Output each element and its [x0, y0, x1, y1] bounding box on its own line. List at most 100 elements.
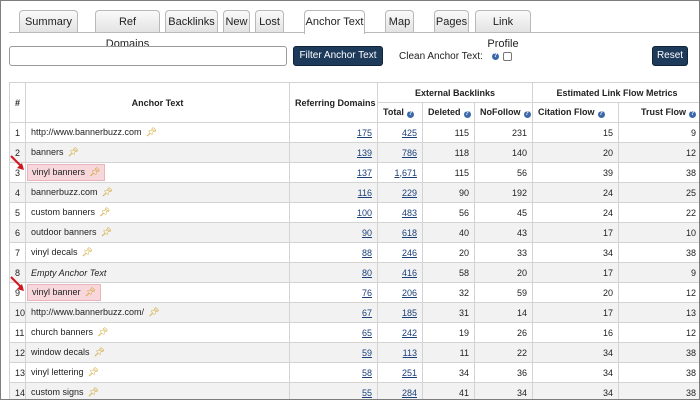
help-icon[interactable]: ?: [523, 111, 531, 118]
trust-flow-cell: 25: [618, 182, 699, 203]
tab-link-profile[interactable]: Link Profile: [475, 10, 531, 50]
nofollow-cell: 26: [473, 322, 534, 343]
group-header-estimated-link-flow: Estimated Link Flow Metrics: [532, 82, 699, 103]
col-header-citation-flow[interactable]: Citation Flow?: [532, 102, 620, 123]
row-number: 13: [9, 362, 26, 383]
help-icon[interactable]: ?: [689, 111, 697, 118]
pin-icon[interactable]: 📌︎: [97, 327, 108, 338]
total-cell: 483: [377, 202, 423, 223]
pin-icon[interactable]: 📌︎: [101, 227, 112, 238]
total-backlinks-link[interactable]: 185: [402, 308, 417, 318]
clean-anchor-text-label: Clean Anchor Text:: [399, 51, 483, 62]
total-backlinks-link[interactable]: 786: [402, 148, 417, 158]
total-backlinks-link[interactable]: 246: [402, 248, 417, 258]
nofollow-cell: 14: [473, 302, 534, 323]
total-backlinks-link[interactable]: 416: [402, 268, 417, 278]
filter-anchor-text-button[interactable]: Filter Anchor Text: [293, 46, 383, 66]
col-header-nofollow[interactable]: NoFollow?: [473, 102, 534, 123]
deleted-cell: 32: [422, 282, 475, 303]
help-icon[interactable]: ?: [463, 111, 471, 118]
total-backlinks-link[interactable]: 483: [402, 208, 417, 218]
referring-domains-link[interactable]: 67: [362, 308, 372, 318]
nofollow-cell: 22: [473, 342, 534, 363]
total-backlinks-link[interactable]: 229: [402, 188, 417, 198]
referring-domains-link[interactable]: 80: [362, 268, 372, 278]
total-backlinks-link[interactable]: 113: [403, 348, 417, 358]
table-row: 1 http://www.bannerbuzz.com 📌︎ 175 425 115 231…: [9, 122, 699, 143]
total-backlinks-link[interactable]: 206: [402, 288, 417, 298]
pin-icon[interactable]: 📌︎: [102, 187, 113, 198]
citation-flow-cell: 20: [532, 282, 620, 303]
total-cell: 185: [377, 302, 423, 323]
trust-flow-cell: 38: [618, 342, 699, 363]
citation-flow-cell: 39: [532, 162, 620, 183]
nofollow-cell: 45: [473, 202, 534, 223]
anchor-text-cell: outdoor banners 📌︎: [25, 222, 290, 243]
clean-anchor-text-checkbox[interactable]: [503, 52, 512, 61]
deleted-cell: 20: [422, 242, 475, 263]
referring-domains-link[interactable]: 59: [362, 348, 372, 358]
total-backlinks-link[interactable]: 284: [402, 388, 417, 398]
total-backlinks-link[interactable]: 425: [402, 128, 417, 138]
referring-domains-cell: 139: [289, 142, 378, 163]
help-icon[interactable]: ?: [492, 53, 499, 60]
referring-domains-link[interactable]: 76: [362, 288, 372, 298]
table-row: 12 window decals 📌︎ 59 113 11 22 34 38: [9, 342, 699, 363]
help-icon[interactable]: ?: [597, 111, 605, 118]
referring-domains-link[interactable]: 139: [357, 148, 372, 158]
total-backlinks-link[interactable]: 1,671: [394, 168, 417, 178]
pin-icon[interactable]: 📌︎: [85, 287, 96, 298]
pin-icon[interactable]: 📌︎: [82, 247, 93, 258]
nofollow-cell: 43: [473, 222, 534, 243]
table-row: 6 outdoor banners 📌︎ 90 618 40 43 17 10: [9, 222, 699, 243]
anchor-text-value: vinyl decals: [31, 247, 78, 257]
referring-domains-link[interactable]: 88: [362, 248, 372, 258]
row-number: 6: [9, 222, 26, 243]
trust-flow-cell: 12: [618, 142, 699, 163]
citation-flow-cell: 20: [532, 142, 620, 163]
tab-anchor-text[interactable]: Anchor Text: [304, 10, 365, 34]
row-number: 11: [9, 322, 26, 343]
col-header-total[interactable]: Total?: [377, 102, 423, 123]
col-header-anchor-text[interactable]: Anchor Text: [25, 82, 290, 123]
referring-domains-link[interactable]: 55: [362, 388, 372, 398]
total-backlinks-link[interactable]: 251: [402, 368, 417, 378]
total-backlinks-link[interactable]: 242: [402, 328, 417, 338]
pin-icon[interactable]: 📌︎: [89, 167, 100, 178]
col-header-deleted[interactable]: Deleted?: [422, 102, 475, 123]
referring-domains-link[interactable]: 65: [362, 328, 372, 338]
anchor-text-table: # Anchor Text Referring Domains External…: [9, 82, 699, 399]
pin-icon[interactable]: 📌︎: [99, 207, 110, 218]
pin-icon[interactable]: 📌︎: [148, 307, 159, 318]
reset-button[interactable]: Reset: [652, 46, 688, 66]
anchor-text-cell: church banners 📌︎: [25, 322, 290, 343]
nofollow-cell: 33: [473, 242, 534, 263]
referring-domains-link[interactable]: 58: [362, 368, 372, 378]
row-number: 4: [9, 182, 26, 203]
total-cell: 618: [377, 222, 423, 243]
pin-icon[interactable]: 📌︎: [88, 367, 99, 378]
col-header-referring-domains[interactable]: Referring Domains: [289, 82, 378, 123]
pin-icon[interactable]: 📌︎: [88, 387, 99, 398]
pin-icon[interactable]: 📌︎: [68, 147, 79, 158]
tab-summary[interactable]: Summary: [19, 10, 78, 33]
tab-pages[interactable]: Pages: [434, 10, 469, 33]
tab-lost[interactable]: Lost: [255, 10, 284, 33]
referring-domains-link[interactable]: 137: [357, 168, 372, 178]
referring-domains-link[interactable]: 116: [358, 188, 372, 198]
referring-domains-link[interactable]: 100: [357, 208, 372, 218]
referring-domains-link[interactable]: 90: [362, 228, 372, 238]
pin-icon[interactable]: 📌︎: [146, 127, 157, 138]
pin-icon[interactable]: 📌︎: [94, 347, 105, 358]
tab-backlinks[interactable]: Backlinks: [165, 10, 218, 33]
tab-new[interactable]: New: [223, 10, 250, 33]
citation-flow-cell: 34: [532, 362, 620, 383]
col-header-trust-flow[interactable]: Trust Flow?: [618, 102, 699, 123]
anchor-text-value: vinyl banners: [32, 167, 86, 177]
anchor-text-filter-input[interactable]: [9, 46, 287, 66]
total-backlinks-link[interactable]: 618: [402, 228, 417, 238]
help-icon[interactable]: ?: [406, 111, 414, 118]
tab-ref-domains[interactable]: Ref Domains: [95, 10, 160, 50]
referring-domains-link[interactable]: 175: [357, 128, 372, 138]
tab-map[interactable]: Map: [385, 10, 414, 33]
